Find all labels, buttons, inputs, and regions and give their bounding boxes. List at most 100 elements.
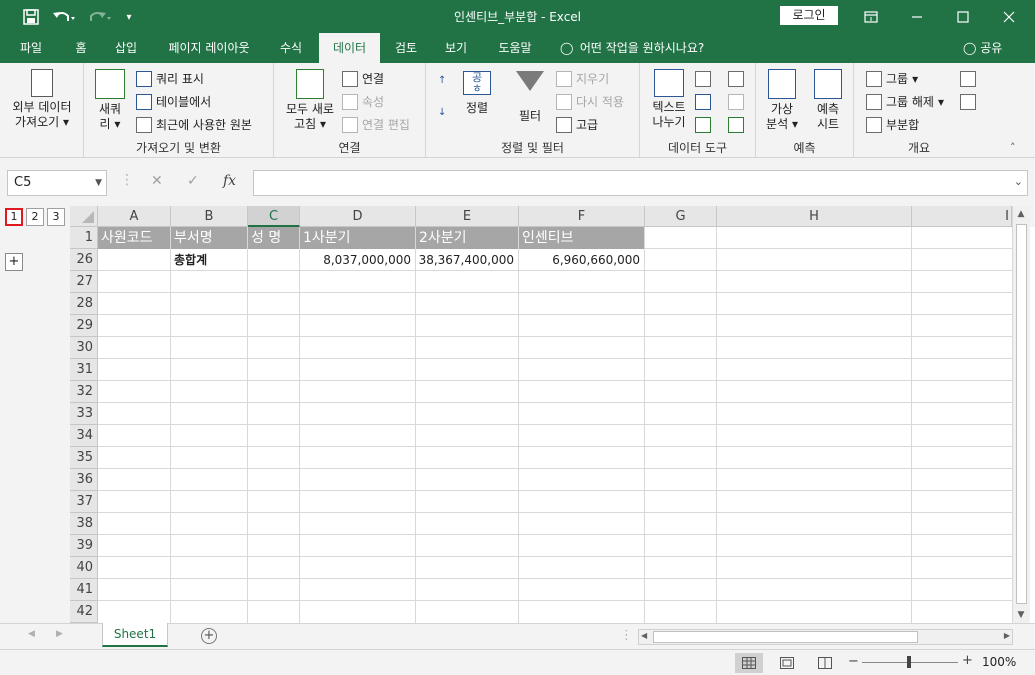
outline-level-2-button[interactable]: 2	[26, 208, 44, 226]
row-header[interactable]: 41	[70, 579, 98, 601]
column-header-f[interactable]: F	[519, 206, 645, 227]
flash-fill-icon[interactable]	[695, 71, 711, 87]
outline-level-1-button[interactable]: 1	[5, 208, 23, 226]
tab-insert[interactable]: 삽입	[104, 33, 148, 63]
cell-d1[interactable]: 1사분기	[300, 227, 415, 249]
tab-data[interactable]: 데이터	[319, 33, 380, 63]
column-header-d[interactable]: D	[300, 206, 416, 227]
name-box[interactable]: C5 ▼	[7, 170, 107, 196]
show-queries-button[interactable]: 쿼리 표시	[136, 70, 204, 87]
row-header[interactable]: 30	[70, 337, 98, 359]
undo-icon[interactable]	[50, 7, 78, 27]
select-all-button[interactable]	[70, 206, 98, 227]
from-table-button[interactable]: 테이블에서	[136, 93, 211, 110]
row-header[interactable]: 40	[70, 557, 98, 579]
scroll-left-icon[interactable]: ◀	[28, 629, 35, 639]
column-header-i[interactable]: I	[912, 206, 1012, 227]
row-header[interactable]: 38	[70, 513, 98, 535]
row-header[interactable]: 29	[70, 315, 98, 337]
sort-descending-icon[interactable]: ↓	[438, 107, 446, 118]
cell-f1[interactable]: 인센티브	[519, 227, 644, 249]
sort-ascending-icon[interactable]: ↑	[438, 75, 446, 86]
tab-view[interactable]: 보기	[436, 33, 476, 63]
horizontal-scroll-thumb[interactable]	[653, 631, 918, 643]
maximize-icon[interactable]	[940, 0, 986, 33]
scroll-up-icon[interactable]: ▲	[1013, 209, 1029, 219]
row-header[interactable]: 1	[70, 227, 98, 249]
horizontal-scrollbar[interactable]: ◀ ▶	[638, 629, 1013, 645]
cell-d26[interactable]: 8,037,000,000	[300, 249, 415, 271]
formula-input[interactable]: ⌄	[253, 170, 1028, 196]
remove-duplicates-icon[interactable]	[695, 94, 711, 110]
advanced-button[interactable]: 고급	[556, 116, 598, 133]
save-icon[interactable]	[20, 7, 42, 27]
scroll-right-icon[interactable]: ▶	[56, 629, 63, 639]
tab-home[interactable]: 홈	[62, 33, 100, 63]
ungroup-button[interactable]: 그룹 해제 ▾	[866, 93, 944, 110]
row-header[interactable]: 39	[70, 535, 98, 557]
column-header-c[interactable]: C	[248, 206, 300, 227]
row-header[interactable]: 42	[70, 601, 98, 623]
chevron-down-icon[interactable]: ⌄	[1014, 175, 1023, 188]
vertical-scroll-thumb[interactable]	[1016, 224, 1027, 604]
tab-page-layout[interactable]: 페이지 레이아웃	[156, 33, 262, 63]
cell-e26[interactable]: 38,367,400,000	[416, 249, 518, 271]
page-layout-view-button[interactable]	[773, 653, 801, 673]
data-model-icon[interactable]	[728, 117, 744, 133]
data-validation-icon[interactable]	[695, 117, 711, 133]
cell-a1[interactable]: 사원코드	[98, 227, 170, 249]
sort-button[interactable]: 공 ㅎ 정렬	[460, 71, 494, 116]
group-button[interactable]: 그룹 ▾	[866, 70, 918, 87]
recent-sources-button[interactable]: 최근에 사용한 원본	[136, 116, 252, 133]
cell-e1[interactable]: 2사분기	[416, 227, 518, 249]
hscroll-right-icon[interactable]: ▶	[1004, 631, 1010, 640]
collapse-ribbon-icon[interactable]: ˄	[1010, 141, 1016, 154]
what-if-button[interactable]: 가상 분석 ▾	[762, 69, 802, 132]
cell-b1[interactable]: 부서명	[171, 227, 247, 249]
worksheet-grid[interactable]: 사원코드 부서명 성 명 1사분기 2사분기 인센티브 총합계 8,037,00…	[98, 227, 1012, 623]
restore-icon[interactable]	[848, 0, 894, 33]
row-header[interactable]: 31	[70, 359, 98, 381]
zoom-out-button[interactable]: −	[848, 654, 859, 669]
cell-b26[interactable]: 총합계	[171, 249, 247, 271]
row-header[interactable]: 34	[70, 425, 98, 447]
row-header[interactable]: 33	[70, 403, 98, 425]
tab-file[interactable]: 파일	[8, 33, 54, 63]
login-button[interactable]: 로그인	[780, 6, 838, 25]
row-header[interactable]: 37	[70, 491, 98, 513]
row-header[interactable]: 32	[70, 381, 98, 403]
column-header-e[interactable]: E	[416, 206, 519, 227]
tab-help[interactable]: 도움말	[488, 33, 542, 63]
expand-group-button[interactable]: +	[5, 253, 23, 271]
customize-icon[interactable]: ▾	[122, 7, 136, 27]
page-break-view-button[interactable]	[811, 653, 839, 673]
text-to-columns-button[interactable]: 텍스트 나누기	[646, 69, 692, 130]
zoom-in-button[interactable]: +	[962, 653, 973, 668]
zoom-level[interactable]: 100%	[982, 655, 1016, 669]
tab-review[interactable]: 검토	[386, 33, 426, 63]
new-query-button[interactable]: 새쿼 리 ▾	[92, 69, 128, 132]
plus-icon[interactable]: +	[201, 628, 217, 644]
zoom-slider-handle[interactable]	[907, 656, 911, 668]
column-header-h[interactable]: H	[717, 206, 912, 227]
external-data-button[interactable]: 외부 데이터 가져오기 ▾	[4, 69, 80, 130]
column-header-a[interactable]: A	[98, 206, 171, 227]
tell-me-box[interactable]: ◯ 어떤 작업을 원하시나요?	[560, 33, 704, 63]
column-header-b[interactable]: B	[171, 206, 248, 227]
forecast-sheet-button[interactable]: 예측 시트	[808, 69, 848, 132]
close-icon[interactable]	[986, 0, 1032, 33]
normal-view-button[interactable]	[735, 653, 763, 673]
subtotal-button[interactable]: 부분합	[866, 116, 919, 133]
filter-button[interactable]: 필터	[510, 69, 550, 124]
refresh-all-button[interactable]: 모두 새로 고침 ▾	[280, 69, 340, 132]
consolidate-icon[interactable]	[728, 71, 744, 87]
chevron-down-icon[interactable]: ▼	[95, 171, 102, 195]
tab-formulas[interactable]: 수식	[268, 33, 314, 63]
row-header[interactable]: 27	[70, 271, 98, 293]
cell-c1[interactable]: 성 명	[248, 227, 299, 249]
outline-level-3-button[interactable]: 3	[47, 208, 65, 226]
column-header-g[interactable]: G	[645, 206, 717, 227]
row-header[interactable]: 26	[70, 249, 98, 271]
show-detail-icon[interactable]	[960, 71, 976, 87]
scroll-down-icon[interactable]: ▼	[1013, 610, 1029, 620]
